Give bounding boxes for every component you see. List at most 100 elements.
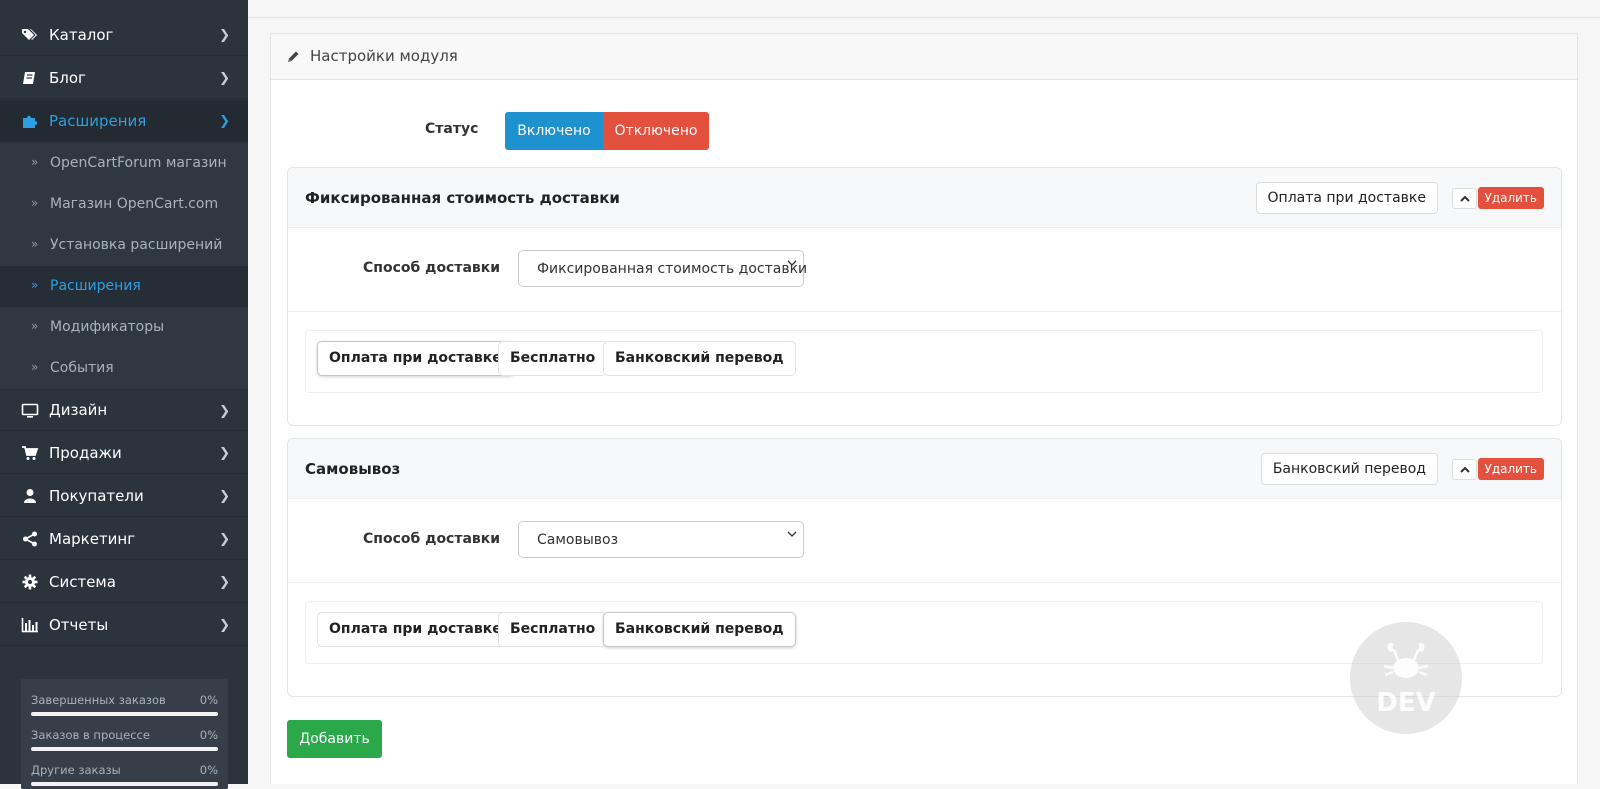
- stat-value: 0%: [199, 693, 218, 707]
- chevron-right-icon: ❯: [219, 446, 230, 461]
- select-value: Самовывоз: [537, 532, 619, 548]
- stat-label: Заказов в процессе: [31, 728, 150, 742]
- stat-other: Другие заказы 0%: [31, 763, 218, 786]
- chevron-right-icon: ❯: [219, 28, 230, 43]
- add-button[interactable]: Добавить: [287, 720, 382, 758]
- sidebar-subitem-opencart-store[interactable]: » Магазин OpenCart.com: [0, 184, 248, 225]
- shipping-method-label: Способ доставки: [363, 531, 501, 547]
- stat-value: 0%: [199, 728, 218, 742]
- payment-bank-transfer-button[interactable]: Банковский перевод: [603, 612, 796, 647]
- sidebar-subitem-label: События: [50, 360, 114, 376]
- sidebar-item-label: Каталог: [49, 25, 114, 44]
- sidebar-subitem-label: Установка расширений: [50, 237, 223, 253]
- sidebar-subitem-label: Магазин OpenCart.com: [50, 196, 219, 212]
- panel-title: Настройки модуля: [310, 47, 458, 65]
- book-icon: [20, 68, 40, 88]
- sidebar-subitem-modifications[interactable]: » Модификаторы: [0, 307, 248, 348]
- stat-value: 0%: [199, 763, 218, 777]
- double-chevron-icon: »: [31, 360, 39, 374]
- chevron-right-icon: ❯: [219, 71, 230, 86]
- share-icon: [20, 529, 40, 549]
- sidebar-item-reports[interactable]: Отчеты ❯: [0, 604, 248, 646]
- delete-button[interactable]: Удалить: [1477, 458, 1544, 480]
- sidebar-item-design[interactable]: Дизайн ❯: [0, 389, 248, 431]
- sidebar-item-label: Дизайн: [49, 401, 108, 419]
- chevron-right-icon: ❯: [219, 404, 230, 419]
- sidebar-subitem-extensions[interactable]: » Расширения: [0, 266, 248, 307]
- bar-chart-icon: [20, 615, 40, 635]
- block-payment-tag[interactable]: Оплата при доставке: [1255, 182, 1438, 214]
- select-value: Фиксированная стоимость доставки: [537, 261, 808, 277]
- sidebar-item-marketing[interactable]: Маркетинг ❯: [0, 518, 248, 560]
- block-title: Самовывоз: [305, 460, 401, 478]
- status-disabled-button[interactable]: Отключено: [603, 112, 709, 150]
- stat-label: Другие заказы: [31, 763, 121, 777]
- sidebar-item-label: Маркетинг: [49, 529, 136, 548]
- stat-completed: Завершенных заказов 0%: [31, 693, 218, 716]
- chevron-up-icon: [1459, 195, 1470, 202]
- sidebar-item-customers[interactable]: Покупатели ❯: [0, 475, 248, 517]
- sidebar-subitem-events[interactable]: » События: [0, 348, 248, 389]
- shipping-method-row: Способ доставки Самовывоз: [288, 499, 1561, 583]
- pencil-icon: [286, 49, 300, 68]
- chevron-up-icon: [1459, 466, 1470, 473]
- chevron-right-icon: ❯: [219, 575, 230, 590]
- payment-cod-button[interactable]: Оплата при доставке: [317, 612, 514, 647]
- stat-label: Завершенных заказов: [31, 693, 166, 707]
- sidebar-subitem-label: Модификаторы: [50, 319, 165, 335]
- payment-free-button[interactable]: Бесплатно: [498, 341, 608, 376]
- progress-bar: [31, 782, 218, 786]
- sidebar-item-sales[interactable]: Продажи ❯: [0, 432, 248, 474]
- sidebar-subitem-label: OpenCartForum магазин: [50, 155, 227, 171]
- chevron-right-icon: ❯: [219, 114, 230, 129]
- collapse-button[interactable]: [1452, 459, 1477, 480]
- sidebar-item-system[interactable]: Система ❯: [0, 561, 248, 603]
- chevron-right-icon: ❯: [219, 489, 230, 504]
- block-title: Фиксированная стоимость доставки: [305, 189, 620, 207]
- sidebar-item-label: Блог: [49, 68, 86, 87]
- sidebar-item-label: Система: [49, 572, 116, 591]
- crab-icon: [1380, 638, 1432, 690]
- watermark-text: DEV: [1376, 688, 1436, 718]
- shipping-method-select[interactable]: Фиксированная стоимость доставки: [518, 250, 808, 287]
- chevron-right-icon: ❯: [219, 618, 230, 633]
- sidebar-item-blog[interactable]: Блог ❯: [0, 57, 248, 99]
- progress-bar: [31, 712, 218, 716]
- cart-icon: [20, 443, 40, 463]
- sidebar-item-label: Продажи: [49, 443, 122, 462]
- double-chevron-icon: »: [31, 196, 39, 210]
- tags-icon: [20, 25, 40, 45]
- monitor-icon: [20, 401, 40, 421]
- shipping-block-flat: Фиксированная стоимость доставки Оплата …: [287, 167, 1562, 426]
- sidebar-subitem-label: Расширения: [50, 278, 141, 294]
- panel-heading: Настройки модуля: [271, 34, 1577, 80]
- collapse-button[interactable]: [1452, 188, 1477, 209]
- double-chevron-icon: »: [31, 237, 39, 251]
- payment-free-button[interactable]: Бесплатно: [498, 612, 608, 647]
- double-chevron-icon: »: [31, 319, 39, 333]
- delete-button[interactable]: Удалить: [1477, 187, 1544, 209]
- order-stats: Завершенных заказов 0% Заказов в процесс…: [21, 679, 228, 789]
- chevron-down-icon: [787, 531, 797, 537]
- sidebar-item-catalog[interactable]: Каталог ❯: [0, 14, 248, 56]
- block-heading: Самовывоз Банковский перевод Удалить: [288, 439, 1561, 499]
- block-payment-tag[interactable]: Банковский перевод: [1260, 453, 1438, 485]
- double-chevron-icon: »: [31, 278, 39, 292]
- user-icon: [20, 486, 40, 506]
- status-enabled-button[interactable]: Включено: [505, 112, 603, 150]
- payment-bank-transfer-button[interactable]: Банковский перевод: [603, 341, 796, 376]
- dev-watermark: DEV: [1350, 622, 1462, 734]
- sidebar-item-label: Покупатели: [49, 486, 144, 505]
- sidebar-subitem-installer[interactable]: » Установка расширений: [0, 225, 248, 266]
- sidebar-item-extensions[interactable]: Расширения ❯: [0, 100, 248, 142]
- stat-processing: Заказов в процессе 0%: [31, 728, 218, 751]
- shipping-method-select[interactable]: Самовывоз: [518, 521, 804, 558]
- payment-methods: Оплата при доставке Бесплатно Банковский…: [305, 330, 1543, 393]
- block-heading: Фиксированная стоимость доставки Оплата …: [288, 168, 1561, 228]
- sidebar: Каталог ❯ Блог ❯ Расширения ❯ » OpenCart…: [0, 0, 248, 789]
- payment-cod-button[interactable]: Оплата при доставке: [317, 341, 514, 376]
- gear-icon: [20, 572, 40, 592]
- sidebar-subitem-opencartforum-store[interactable]: » OpenCartForum магазин: [0, 143, 248, 184]
- chevron-right-icon: ❯: [219, 532, 230, 547]
- progress-bar: [31, 747, 218, 751]
